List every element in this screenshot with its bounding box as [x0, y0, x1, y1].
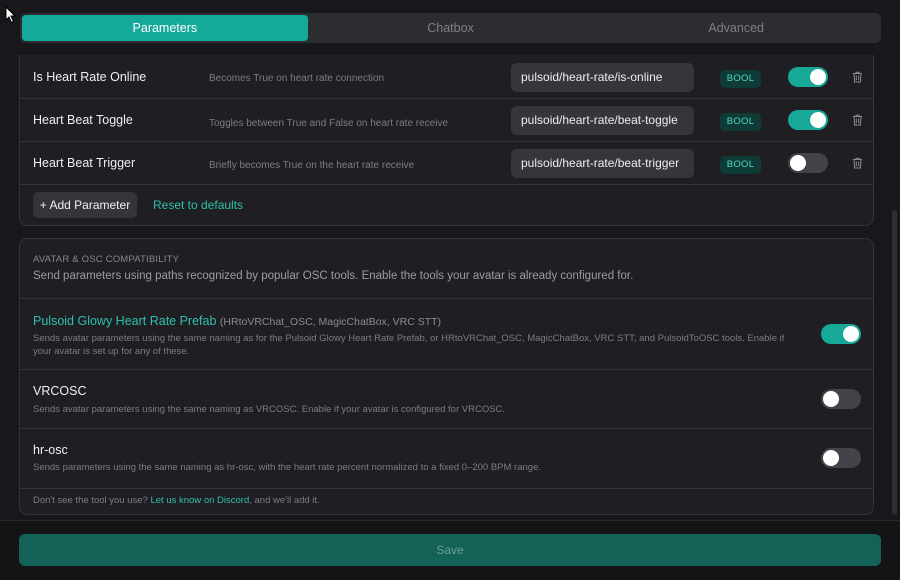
- parameter-row: Heart Beat Trigger Briefly becomes True …: [20, 141, 873, 185]
- section-subtitle: Send parameters using paths recognized b…: [33, 270, 634, 282]
- parameter-path-input[interactable]: pulsoid/heart-rate/beat-trigger: [511, 149, 694, 178]
- compat-toggle[interactable]: [821, 324, 861, 344]
- tab-advanced[interactable]: Advanced: [593, 15, 879, 41]
- parameter-name: Heart Beat Toggle: [33, 113, 133, 127]
- parameter-row: Is Heart Rate Online Becomes True on hea…: [20, 55, 873, 99]
- parameter-path-input[interactable]: pulsoid/heart-rate/beat-toggle: [511, 106, 694, 135]
- compat-item-title: Pulsoid Glowy Heart Rate Prefab (HRtoVRC…: [33, 314, 441, 328]
- parameter-description: Toggles between True and False on heart …: [209, 118, 449, 129]
- parameters-panel: Is Heart Rate Online Becomes True on hea…: [19, 55, 874, 226]
- compat-item-description: Sends parameters using the same naming a…: [33, 462, 541, 473]
- footer-text-end: , and we'll add it.: [249, 495, 320, 506]
- section-title: AVATAR & OSC COMPATIBILITY: [33, 254, 180, 265]
- parameter-description: Becomes True on heart rate connection: [209, 73, 385, 84]
- parameter-toggle[interactable]: [788, 67, 828, 87]
- toggle-knob: [810, 69, 826, 85]
- parameter-row: Heart Beat Toggle Toggles between True a…: [20, 98, 873, 142]
- tab-bar: Parameters Chatbox Advanced: [20, 13, 881, 43]
- compat-footer: Don't see the tool you use? Let us know …: [33, 495, 320, 506]
- compat-item-description: Sends avatar parameters using the same n…: [33, 404, 506, 415]
- footer-text: Don't see the tool you use?: [33, 495, 148, 506]
- add-parameter-button[interactable]: + Add Parameter: [33, 192, 137, 218]
- compat-item-aliases: (HRtoVRChat_OSC, MagicChatBox, VRC STT): [219, 316, 442, 328]
- compat-item-pulsoid-glowy: Pulsoid Glowy Heart Rate Prefab (HRtoVRC…: [20, 298, 873, 370]
- compatibility-panel: AVATAR & OSC COMPATIBILITY Send paramete…: [19, 238, 874, 515]
- compat-item-name: Pulsoid Glowy Heart Rate Prefab: [33, 314, 217, 328]
- compat-item-description: Sends avatar parameters using the same n…: [33, 333, 785, 357]
- toggle-knob: [823, 391, 839, 407]
- parameter-description: Briefly becomes True on the heart rate r…: [209, 160, 415, 171]
- reset-defaults-link[interactable]: Reset to defaults: [153, 198, 243, 212]
- type-badge: BOOL: [720, 113, 761, 131]
- parameter-name: Is Heart Rate Online: [33, 70, 147, 84]
- compat-item-hr-osc: hr-osc Sends parameters using the same n…: [20, 428, 873, 489]
- type-badge: BOOL: [720, 70, 761, 88]
- type-badge: BOOL: [720, 156, 761, 174]
- compat-item-vrcosc: VRCOSC Sends avatar parameters using the…: [20, 369, 873, 429]
- toggle-knob: [790, 155, 806, 171]
- parameter-path-input[interactable]: pulsoid/heart-rate/is-online: [511, 63, 694, 92]
- compat-item-name: hr-osc: [33, 443, 68, 457]
- compat-toggle[interactable]: [821, 389, 861, 409]
- trash-icon[interactable]: [852, 114, 863, 126]
- parameter-name: Heart Beat Trigger: [33, 156, 136, 170]
- toggle-knob: [823, 450, 839, 466]
- tab-parameters[interactable]: Parameters: [22, 15, 308, 41]
- trash-icon[interactable]: [852, 71, 863, 83]
- scrollbar[interactable]: [892, 210, 897, 515]
- compat-toggle[interactable]: [821, 448, 861, 468]
- toggle-knob: [810, 112, 826, 128]
- save-button[interactable]: Save: [19, 534, 881, 566]
- mouse-cursor-icon: [5, 6, 17, 24]
- parameter-toggle[interactable]: [788, 110, 828, 130]
- discord-link[interactable]: Let us know on Discord: [150, 495, 249, 506]
- tab-chatbox[interactable]: Chatbox: [308, 15, 594, 41]
- parameter-toggle[interactable]: [788, 153, 828, 173]
- trash-icon[interactable]: [852, 157, 863, 169]
- toggle-knob: [843, 326, 859, 342]
- compat-item-name: VRCOSC: [33, 384, 87, 398]
